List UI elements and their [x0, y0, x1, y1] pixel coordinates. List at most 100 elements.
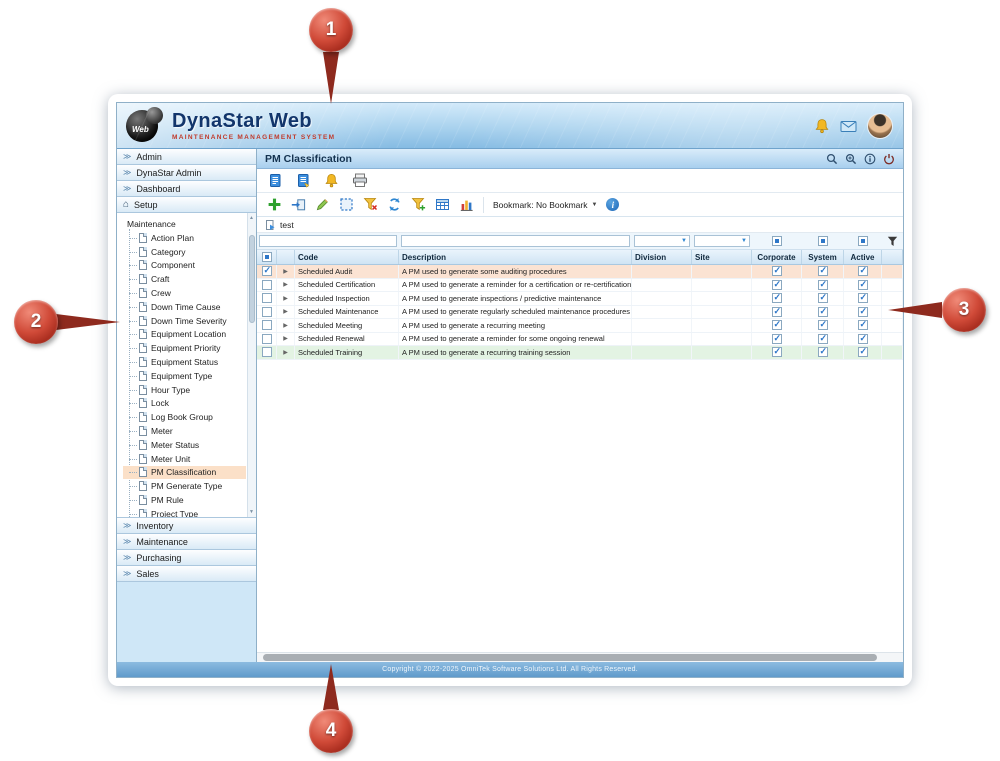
tree-scroll-thumb[interactable] [249, 235, 255, 323]
sidebar-section-maintenance[interactable]: ≫ Maintenance [117, 534, 256, 550]
horizontal-scrollbar[interactable] [257, 652, 903, 662]
row-expander-icon[interactable]: ▶ [277, 292, 295, 305]
print-icon[interactable] [352, 173, 368, 188]
power-logout-icon[interactable] [883, 153, 895, 165]
column-header-division[interactable]: Division [632, 250, 692, 264]
checkbox-indeterminate[interactable] [858, 236, 868, 246]
system-checkbox[interactable] [818, 280, 828, 290]
description-filter-input[interactable] [401, 235, 630, 247]
select-all-header[interactable] [257, 250, 277, 264]
row-expander-icon[interactable]: ▶ [277, 333, 295, 346]
table-row[interactable]: ▶ Scheduled Training A PM used to genera… [257, 346, 903, 360]
system-checkbox[interactable] [818, 293, 828, 303]
column-header-code[interactable]: Code [295, 250, 399, 264]
row-expander-icon[interactable]: ▶ [277, 306, 295, 319]
site-filter-select[interactable]: ▼ [694, 235, 750, 247]
column-header-system[interactable]: System [802, 250, 844, 264]
search-icon[interactable] [826, 153, 838, 165]
tree-item-equipment-status[interactable]: Equipment Status [123, 355, 246, 369]
sidebar-section-setup[interactable]: ⌂ Setup [117, 197, 256, 213]
active-checkbox[interactable] [858, 307, 868, 317]
sidebar-section-dashboard[interactable]: ≫ Dashboard [117, 181, 256, 197]
table-row[interactable]: ▶ Scheduled Maintenance A PM used to gen… [257, 306, 903, 320]
tree-item-down-time-cause[interactable]: Down Time Cause [123, 300, 246, 314]
sidebar-section-sales[interactable]: ≫ Sales [117, 566, 256, 582]
duplicate-record-icon[interactable] [296, 173, 311, 188]
tree-item-crew[interactable]: Crew [123, 286, 246, 300]
tree-item-category[interactable]: Category [123, 245, 246, 259]
row-checkbox[interactable] [262, 307, 272, 317]
tree-item-meter-status[interactable]: Meter Status [123, 438, 246, 452]
user-avatar[interactable] [867, 113, 893, 139]
column-header-site[interactable]: Site [692, 250, 752, 264]
tree-item-project-type[interactable]: Project Type [123, 507, 246, 518]
tree-item-lock[interactable]: Lock [123, 397, 246, 411]
corporate-checkbox[interactable] [772, 307, 782, 317]
corporate-checkbox[interactable] [772, 347, 782, 357]
row-checkbox[interactable] [262, 334, 272, 344]
corporate-filter-checkbox[interactable] [752, 236, 802, 246]
system-checkbox[interactable] [818, 320, 828, 330]
tree-item-pm-rule[interactable]: PM Rule [123, 493, 246, 507]
table-row[interactable]: ▶ Scheduled Meeting A PM used to generat… [257, 319, 903, 333]
tree-item-action-plan[interactable]: Action Plan [123, 231, 246, 245]
corporate-checkbox[interactable] [772, 320, 782, 330]
tree-vertical-scrollbar[interactable]: ▲ ▼ [247, 213, 256, 517]
checkbox-indeterminate[interactable] [772, 236, 782, 246]
system-checkbox[interactable] [818, 266, 828, 276]
tree-item-log-book-group[interactable]: Log Book Group [123, 410, 246, 424]
active-checkbox[interactable] [858, 334, 868, 344]
system-checkbox[interactable] [818, 347, 828, 357]
select-all-checkbox[interactable] [262, 252, 272, 262]
tree-item-equipment-type[interactable]: Equipment Type [123, 369, 246, 383]
row-expander-icon[interactable]: ▶ [277, 346, 295, 359]
row-checkbox[interactable] [262, 293, 272, 303]
filter-menu[interactable] [882, 236, 903, 247]
tree-item-equipment-priority[interactable]: Equipment Priority [123, 341, 246, 355]
tree-item-equipment-location[interactable]: Equipment Location [123, 328, 246, 342]
clear-filter-icon[interactable] [363, 197, 378, 212]
checkbox-indeterminate[interactable] [818, 236, 828, 246]
row-expander-icon[interactable]: ▶ [277, 265, 295, 278]
tree-item-pm-generate-type[interactable]: PM Generate Type [123, 479, 246, 493]
active-filter-checkbox[interactable] [844, 236, 882, 246]
tree-item-meter-unit[interactable]: Meter Unit [123, 452, 246, 466]
column-header-description[interactable]: Description [399, 250, 632, 264]
tree-item-down-time-severity[interactable]: Down Time Severity [123, 314, 246, 328]
table-row[interactable]: ▶ Scheduled Audit A PM used to generate … [257, 265, 903, 279]
tree-item-craft[interactable]: Craft [123, 272, 246, 286]
refresh-icon[interactable] [387, 197, 402, 212]
tree-item-component[interactable]: Component [123, 259, 246, 273]
saved-view-label[interactable]: test [280, 220, 294, 230]
division-filter-select[interactable]: ▼ [634, 235, 690, 247]
row-expander-icon[interactable]: ▶ [277, 279, 295, 292]
sidebar-section-purchasing[interactable]: ≫ Purchasing [117, 550, 256, 566]
corporate-checkbox[interactable] [772, 293, 782, 303]
row-checkbox[interactable] [262, 266, 272, 276]
tree-item-hour-type[interactable]: Hour Type [123, 383, 246, 397]
info-icon[interactable] [864, 153, 876, 165]
table-row[interactable]: ▶ Scheduled Renewal A PM used to generat… [257, 333, 903, 347]
code-filter-input[interactable] [259, 235, 397, 247]
row-checkbox[interactable] [262, 320, 272, 330]
corporate-checkbox[interactable] [772, 280, 782, 290]
export-record-icon[interactable] [291, 197, 306, 212]
system-checkbox[interactable] [818, 334, 828, 344]
advanced-search-icon[interactable] [845, 153, 857, 165]
column-header-corporate[interactable]: Corporate [752, 250, 802, 264]
chart-icon[interactable] [459, 197, 474, 212]
tree-root-maintenance[interactable]: Maintenance [123, 217, 246, 231]
corporate-checkbox[interactable] [772, 334, 782, 344]
notifications-bell-icon[interactable] [814, 118, 830, 134]
active-checkbox[interactable] [858, 280, 868, 290]
sidebar-section-admin[interactable]: ≫ Admin [117, 149, 256, 165]
edit-record-icon[interactable] [315, 197, 330, 212]
active-checkbox[interactable] [858, 320, 868, 330]
multi-select-icon[interactable] [339, 197, 354, 212]
system-filter-checkbox[interactable] [802, 236, 844, 246]
active-checkbox[interactable] [858, 347, 868, 357]
row-checkbox[interactable] [262, 280, 272, 290]
tree-item-pm-classification[interactable]: PM Classification [123, 466, 246, 480]
messages-mail-icon[interactable] [840, 119, 857, 133]
copy-record-icon[interactable] [268, 173, 283, 188]
